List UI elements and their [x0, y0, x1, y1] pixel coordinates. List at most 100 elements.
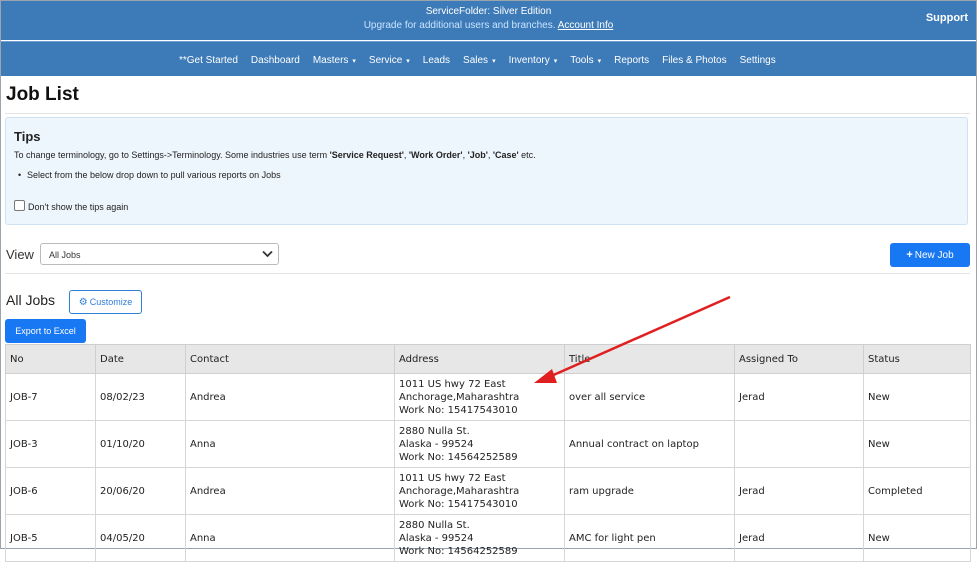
- table-row[interactable]: JOB-3 01/10/20 Anna 2880 Nulla St. Alaska - …: [5, 420, 971, 468]
- cell-date: 20/06/20: [95, 467, 186, 515]
- list-heading: All Jobs: [6, 292, 56, 308]
- divider: [5, 273, 970, 274]
- customize-label: Customize: [89, 297, 133, 307]
- cell-address: 2880 Nulla St. Alaska - 99524 Work No: 145…: [394, 420, 565, 468]
- nav-item-label: Reports: [614, 55, 650, 66]
- nav-item-label: Dashboard: [250, 55, 300, 66]
- cell-assigned: [734, 420, 864, 468]
- column-header-title[interactable]: Title: [564, 344, 735, 374]
- nav-item-label: Sales: [463, 55, 489, 66]
- cell-no[interactable]: JOB-3: [5, 420, 96, 468]
- export-excel-button[interactable]: Export to Excel: [5, 319, 86, 343]
- cell-assigned: Jerad: [734, 514, 864, 562]
- page-title: Job List: [6, 84, 79, 105]
- nav-item-label: Inventory: [508, 55, 550, 66]
- column-header-address[interactable]: Address: [394, 344, 565, 374]
- cell-title: over all service: [564, 373, 735, 421]
- bullet-icon: •: [18, 170, 22, 180]
- tips-suffix: etc.: [518, 150, 536, 160]
- cell-contact: Anna: [185, 514, 395, 562]
- new-job-button[interactable]: + New Job: [890, 243, 970, 267]
- caret-down-icon: ▾: [352, 58, 356, 65]
- plus-icon: +: [906, 249, 913, 261]
- account-info-link[interactable]: Account Info: [558, 20, 614, 31]
- nav-item-service[interactable]: Service ▾: [369, 55, 410, 66]
- nav-item-label: Masters: [312, 55, 349, 66]
- tips-title: Tips: [14, 129, 41, 144]
- nav-item-leads[interactable]: Leads: [423, 55, 450, 66]
- cell-no[interactable]: JOB-5: [5, 514, 96, 562]
- nav-item-label: Tools: [570, 55, 594, 66]
- dont-show-tips-label[interactable]: Don't show the tips again: [28, 202, 128, 212]
- nav-item-files-photos[interactable]: Files & Photos: [662, 55, 726, 66]
- customize-button[interactable]: ⚙ Customize: [69, 290, 142, 314]
- cell-status: New: [863, 514, 971, 562]
- column-header-status[interactable]: Status: [863, 344, 971, 374]
- address-line: 2880 Nulla St.: [399, 519, 470, 531]
- tips-terminology-text: To change terminology, go to Settings->T…: [14, 150, 536, 160]
- nav-item-label: Settings: [739, 55, 776, 66]
- nav-item-sales[interactable]: Sales ▾: [463, 55, 496, 66]
- dont-show-tips-checkbox[interactable]: [14, 200, 25, 211]
- caret-down-icon: ▾: [597, 58, 602, 65]
- address-line: Alaska - 99524: [399, 438, 474, 450]
- tips-prefix: To change terminology, go to Settings->T…: [14, 150, 330, 160]
- address-line: Work No: 15417543010: [399, 498, 518, 510]
- nav-item-inventory[interactable]: Inventory ▾: [509, 55, 558, 66]
- cell-no[interactable]: JOB-7: [5, 373, 96, 421]
- cell-title: AMC for light pen: [564, 514, 735, 562]
- nav-item-tools[interactable]: Tools ▾: [570, 55, 601, 66]
- jobs-table: No Date Contact Address Title Assigned T…: [5, 344, 971, 562]
- cell-assigned: Jerad: [734, 373, 864, 421]
- chevron-down-icon: [262, 250, 273, 258]
- edition-label: ServiceFolder: Silver Edition: [425, 6, 552, 17]
- support-link[interactable]: Support: [926, 12, 968, 24]
- view-select-value: All Jobs: [49, 250, 81, 260]
- column-header-date[interactable]: Date: [95, 344, 186, 374]
- address-line: Work No: 14564252589: [399, 545, 518, 557]
- gear-icon: ⚙: [78, 297, 88, 308]
- nav-menu: **Get Started Dashboard Masters ▾ Service ▾ Le…: [179, 54, 789, 66]
- cell-contact: Andrea: [185, 373, 395, 421]
- view-label: View: [6, 247, 34, 262]
- caret-down-icon: ▾: [492, 58, 496, 65]
- address-line: 1011 US hwy 72 East: [399, 472, 506, 484]
- nav-item-settings[interactable]: Settings: [740, 55, 776, 66]
- nav-item-label: Leads: [422, 55, 451, 66]
- column-header-assigned[interactable]: Assigned To: [734, 344, 864, 374]
- nav-item-reports[interactable]: Reports: [614, 55, 649, 66]
- nav-item-get-started[interactable]: **Get Started: [179, 55, 238, 66]
- cell-date: 04/05/20: [95, 514, 186, 562]
- jobs-table-body: JOB-7 08/02/23 Andrea 1011 US hwy 72 East An…: [5, 373, 971, 562]
- tips-bullet-text: Select from the below drop down to pull …: [27, 170, 281, 180]
- table-row[interactable]: JOB-6 20/06/20 Andrea 1011 US hwy 72 East An…: [5, 467, 971, 515]
- upgrade-text: Upgrade for additional users and branche…: [363, 20, 556, 31]
- table-header-row: No Date Contact Address Title Assigned T…: [5, 344, 971, 374]
- term-2: 'Work Order': [408, 150, 463, 160]
- cell-contact: Anna: [185, 420, 395, 468]
- address-line: 1011 US hwy 72 East: [399, 378, 506, 390]
- divider: [5, 113, 970, 114]
- main-nav: **Get Started Dashboard Masters ▾ Service ▾ Le…: [1, 41, 976, 76]
- nav-item-masters[interactable]: Masters ▾: [313, 55, 356, 66]
- nav-item-dashboard[interactable]: Dashboard: [251, 55, 300, 66]
- column-header-contact[interactable]: Contact: [185, 344, 395, 374]
- table-row[interactable]: JOB-5 04/05/20 Anna 2880 Nulla St. Alaska - …: [5, 514, 971, 562]
- cell-status: New: [863, 373, 971, 421]
- cell-title: Annual contract on laptop: [564, 420, 735, 468]
- tips-panel: Tips To change terminology, go to Settin…: [5, 117, 968, 225]
- cell-status: Completed: [863, 467, 971, 515]
- table-row[interactable]: JOB-7 08/02/23 Andrea 1011 US hwy 72 East An…: [5, 373, 971, 421]
- new-job-label: New Job: [914, 250, 954, 261]
- cell-title: ram upgrade: [564, 467, 735, 515]
- cell-address: 1011 US hwy 72 East Anchorage,Maharashtra…: [394, 373, 565, 421]
- caret-down-icon: ▾: [406, 58, 410, 65]
- nav-item-label: **Get Started: [179, 55, 238, 66]
- column-header-no[interactable]: No: [5, 344, 96, 374]
- cell-no[interactable]: JOB-6: [5, 467, 96, 515]
- top-banner: ServiceFolder: Silver Edition Upgrade fo…: [1, 1, 976, 40]
- upgrade-notice: Upgrade for additional users and branche…: [1, 20, 976, 31]
- caret-down-icon: ▾: [553, 58, 558, 65]
- view-select[interactable]: All Jobs: [40, 243, 279, 265]
- cell-date: 01/10/20: [95, 420, 186, 468]
